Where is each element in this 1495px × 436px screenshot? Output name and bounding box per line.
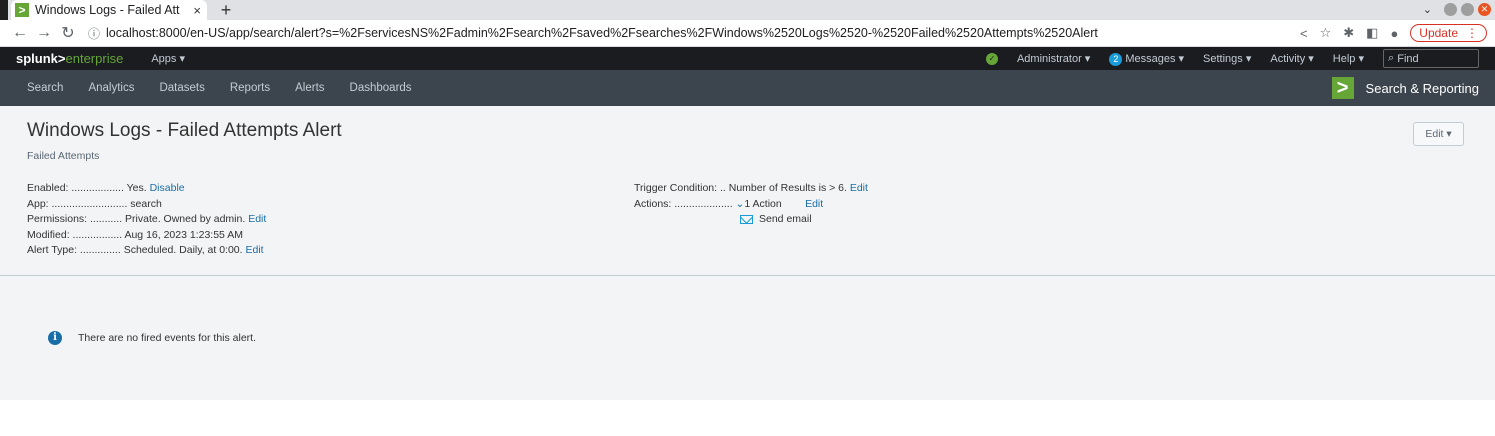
- messages-menu[interactable]: 2 Messages ▾: [1109, 52, 1184, 66]
- tab-search-chevron-icon[interactable]: ⌄: [1423, 3, 1432, 16]
- browser-tab[interactable]: > Windows Logs - Failed Att ×: [11, 0, 207, 20]
- bookmark-star-icon[interactable]: ☆: [1320, 25, 1332, 41]
- kebab-menu-icon: ⋮: [1466, 26, 1478, 40]
- nav-analytics[interactable]: Analytics: [88, 82, 134, 94]
- modified-value: Aug 16, 2023 1:23:55 AM: [124, 228, 243, 241]
- modified-row: Modified: ................. Aug 16, 2023…: [27, 228, 266, 244]
- logo-enterprise: enterprise: [65, 51, 124, 66]
- trigger-row: Trigger Condition: .. Number of Results …: [634, 181, 868, 197]
- address-url[interactable]: localhost:8000/en-US/app/search/alert?s=…: [106, 26, 1098, 40]
- browser-tabstrip: > Windows Logs - Failed Att × + ⌄ ✕: [0, 0, 1495, 20]
- nav-search[interactable]: Search: [27, 82, 63, 94]
- side-panel-icon[interactable]: ◧: [1366, 25, 1378, 41]
- update-label: Update: [1419, 26, 1458, 40]
- help-menu[interactable]: Help ▾: [1333, 52, 1364, 65]
- nav-alerts[interactable]: Alerts: [295, 82, 324, 94]
- browser-toolbar: ← → ↻ ⓘ localhost:8000/en-US/app/search/…: [0, 20, 1495, 47]
- enabled-label: Enabled: ..................: [27, 182, 124, 194]
- enabled-value: Yes.: [126, 182, 147, 194]
- alert-details-right: Trigger Condition: .. Number of Results …: [634, 181, 868, 228]
- permissions-row: Permissions: ........... Private. Owned …: [27, 212, 266, 228]
- trigger-value: Number of Results is > 6.: [728, 182, 847, 194]
- app-brand[interactable]: > Search & Reporting: [1331, 77, 1479, 99]
- back-arrow-icon[interactable]: ←: [8, 24, 32, 42]
- activity-menu[interactable]: Activity ▾: [1270, 52, 1313, 65]
- permissions-value: Private. Owned by admin.: [125, 213, 246, 225]
- update-button[interactable]: Update ⋮: [1410, 24, 1487, 42]
- share-icon[interactable]: <: [1300, 26, 1308, 41]
- messages-label: Messages ▾: [1125, 52, 1185, 65]
- app-logo-icon: >: [1331, 77, 1354, 99]
- logo-main: splunk>: [16, 51, 66, 66]
- reload-icon[interactable]: ↻: [56, 23, 80, 43]
- alert-details-left: Enabled: .................. Yes. Disable…: [27, 181, 266, 259]
- splunk-logo[interactable]: splunk>enterprise: [16, 51, 123, 66]
- disable-link[interactable]: Disable: [150, 182, 185, 194]
- actions-label: Actions: ....................: [634, 197, 733, 210]
- alert-content: Windows Logs - Failed Attempts Alert Fai…: [0, 106, 1495, 400]
- messages-count-badge: 2: [1109, 52, 1123, 66]
- no-events-message: There are no fired events for this alert…: [78, 332, 257, 344]
- browser-tab-title: Windows Logs - Failed Att: [35, 3, 180, 17]
- edit-actions-link[interactable]: Edit: [805, 198, 823, 210]
- action-item-row: Send email: [634, 212, 868, 228]
- edit-trigger-link[interactable]: Edit: [850, 182, 868, 194]
- apps-menu[interactable]: Apps ▾: [151, 52, 185, 65]
- address-bar[interactable]: ⓘ localhost:8000/en-US/app/search/alert?…: [88, 22, 1222, 44]
- alert-type-value: Scheduled. Daily, at 0:00.: [123, 244, 243, 256]
- app-value: search: [130, 197, 162, 210]
- nav-dashboards[interactable]: Dashboards: [350, 82, 412, 94]
- site-info-icon[interactable]: ⓘ: [88, 25, 100, 42]
- app-label: App: ..........................: [27, 197, 128, 210]
- forward-arrow-icon[interactable]: →: [32, 24, 56, 42]
- edit-permissions-link[interactable]: Edit: [248, 213, 266, 225]
- minimize-button[interactable]: [1444, 3, 1457, 16]
- modified-label: Modified: .................: [27, 228, 123, 241]
- user-menu[interactable]: Administrator ▾: [1017, 52, 1090, 65]
- tab-close-icon[interactable]: ×: [193, 3, 201, 18]
- health-status-icon[interactable]: ✓: [985, 52, 998, 65]
- actions-toggle[interactable]: ⌄1 Action: [736, 198, 782, 210]
- enabled-row: Enabled: .................. Yes. Disable: [27, 181, 266, 197]
- app-nav-bar: Search Analytics Datasets Reports Alerts…: [0, 70, 1495, 106]
- no-events-notice: i There are no fired events for this ale…: [48, 331, 256, 345]
- search-icon: ⌕: [1388, 52, 1398, 64]
- alert-header: Windows Logs - Failed Attempts Alert Fai…: [0, 106, 1495, 276]
- nav-reports[interactable]: Reports: [230, 82, 270, 94]
- app-name: Search & Reporting: [1365, 80, 1479, 96]
- nav-datasets[interactable]: Datasets: [159, 82, 204, 94]
- browser-extension-icons: < ☆ ✱ ◧ ● Update ⋮: [1300, 24, 1487, 42]
- actions-row: Actions: .................... ⌄1 Action …: [634, 197, 868, 213]
- envelope-icon: [740, 215, 753, 225]
- alert-type-label: Alert Type: ..............: [27, 244, 121, 256]
- app-row: App: .......................... search: [27, 197, 266, 213]
- actions-value: 1 Action: [744, 197, 782, 210]
- settings-menu[interactable]: Settings ▾: [1203, 52, 1251, 65]
- find-placeholder: Find: [1397, 52, 1419, 65]
- alert-type-row: Alert Type: .............. Scheduled. Da…: [27, 243, 266, 259]
- tabstrip-edge: [0, 0, 8, 20]
- find-input[interactable]: ⌕ Find: [1383, 49, 1479, 68]
- edit-dropdown-button[interactable]: Edit ▾: [1413, 122, 1464, 146]
- maximize-button[interactable]: [1461, 3, 1474, 16]
- alert-description: Failed Attempts: [27, 150, 100, 162]
- close-window-button[interactable]: ✕: [1478, 3, 1491, 16]
- profile-icon[interactable]: ●: [1390, 26, 1398, 41]
- trigger-label: Trigger Condition: ..: [634, 182, 726, 194]
- splunk-right-menu: ✓ Administrator ▾ 2 Messages ▾ Settings ▾…: [985, 49, 1479, 68]
- page-title: Windows Logs - Failed Attempts Alert: [27, 120, 342, 141]
- new-tab-button[interactable]: +: [216, 0, 236, 20]
- splunk-favicon-icon: >: [15, 3, 29, 17]
- splunk-top-bar: splunk>enterprise Apps ▾ ✓ Administrator…: [0, 47, 1495, 70]
- extensions-puzzle-icon[interactable]: ✱: [1343, 25, 1354, 41]
- edit-schedule-link[interactable]: Edit: [246, 244, 264, 256]
- window-controls: ⌄ ✕: [1423, 3, 1491, 16]
- send-email-action: Send email: [759, 213, 812, 225]
- info-icon: i: [48, 331, 62, 345]
- permissions-label: Permissions: ...........: [27, 213, 123, 225]
